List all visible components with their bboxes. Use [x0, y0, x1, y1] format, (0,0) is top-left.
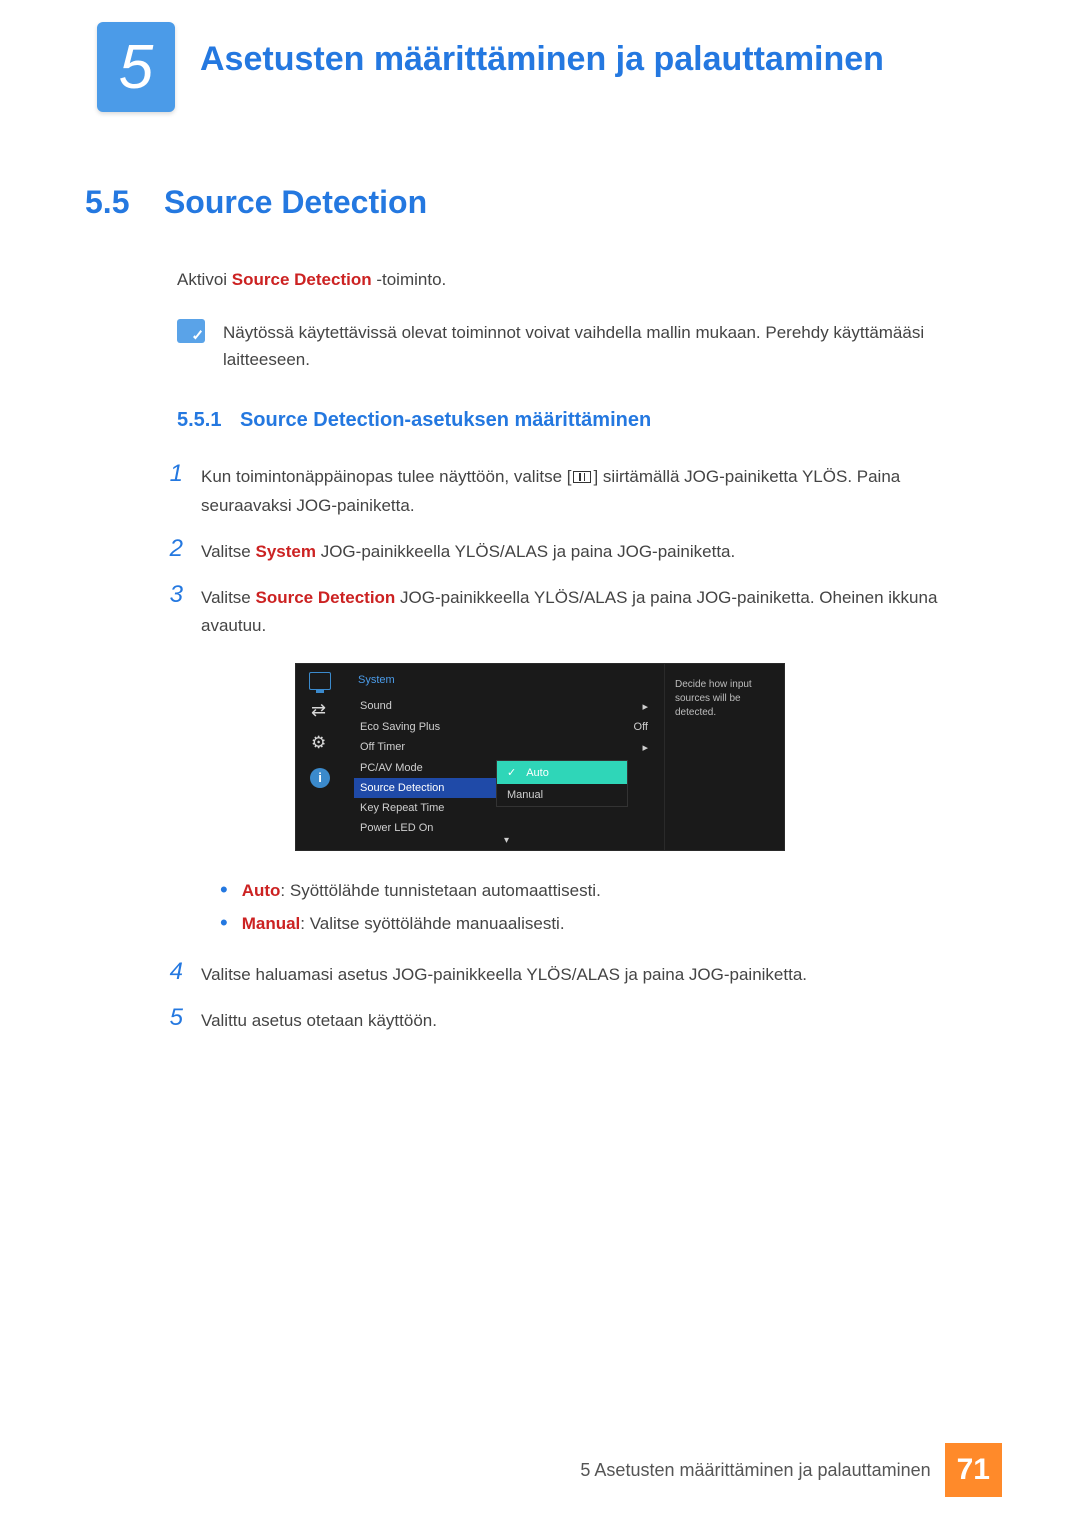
- osd-label: PC/AV Mode: [360, 762, 423, 774]
- step2-post: JOG-painikkeella YLÖS/ALAS ja paina JOG-…: [316, 542, 735, 561]
- osd-help-text: Decide how input sources will be detecte…: [664, 664, 784, 850]
- step-text: Kun toimintonäppäinopas tulee näyttöön, …: [201, 460, 995, 521]
- osd-sidebar: i: [296, 664, 344, 850]
- osd-popup-manual: Manual: [497, 784, 627, 806]
- osd-label: Eco Saving Plus: [360, 721, 440, 733]
- footer: 5 Asetusten määrittäminen ja palauttamin…: [580, 1443, 1002, 1497]
- content-area: 5.5 Source Detection Aktivoi Source Dete…: [85, 184, 995, 1050]
- bullet-rest: : Syöttölähde tunnistetaan automaattises…: [280, 881, 600, 900]
- section-number: 5.5: [85, 184, 129, 221]
- intro-paragraph: Aktivoi Source Detection -toiminto.: [177, 267, 995, 293]
- info-icon: i: [310, 768, 330, 788]
- monitor-icon: [309, 672, 331, 690]
- step-text: Valittu asetus otetaan käyttöön.: [201, 1004, 437, 1036]
- step-3: 3 Valitse Source Detection JOG-painikkee…: [159, 581, 995, 642]
- step-number: 5: [159, 1004, 183, 1036]
- osd-label: Sound: [360, 700, 392, 713]
- osd-category: System: [358, 674, 650, 686]
- step-number: 1: [159, 460, 183, 521]
- note-text: Näytössä käytettävissä olevat toiminnot …: [223, 319, 995, 373]
- osd-popup-label: Manual: [507, 789, 543, 801]
- chapter-title: Asetusten määrittäminen ja palauttaminen: [200, 40, 884, 79]
- bullet-list: • Auto: Syöttölähde tunnistetaan automaa…: [220, 875, 995, 940]
- osd-value: ▸: [642, 700, 648, 713]
- osd-label: Key Repeat Time: [360, 802, 444, 814]
- osd-popup-auto: Auto: [497, 761, 627, 784]
- osd-row-offtimer: Off Timer ▸: [358, 737, 650, 758]
- step1-pre: Kun toimintonäppäinopas tulee näyttöön, …: [201, 467, 571, 486]
- step-number: 2: [159, 535, 183, 567]
- note: Näytössä käytettävissä olevat toiminnot …: [177, 319, 995, 373]
- bullet-manual: • Manual: Valitse syöttölähde manuaalise…: [220, 908, 995, 940]
- bullet-auto: • Auto: Syöttölähde tunnistetaan automaa…: [220, 875, 995, 907]
- footer-text: 5 Asetusten määrittäminen ja palauttamin…: [580, 1460, 930, 1481]
- section-title: Source Detection: [164, 184, 427, 221]
- step-5: 5 Valittu asetus otetaan käyttöön.: [159, 1004, 995, 1036]
- step-1: 1 Kun toimintonäppäinopas tulee näyttöön…: [159, 460, 995, 521]
- osd-menu: System Sound ▸ Eco Saving Plus Off Off Tim…: [344, 664, 664, 850]
- bullet-text: Manual: Valitse syöttölähde manuaalisest…: [242, 908, 565, 940]
- chevron-down-icon: ▾: [504, 835, 509, 846]
- step2-emph: System: [256, 542, 316, 561]
- page: 5 Asetusten määrittäminen ja palauttamin…: [0, 0, 1080, 1527]
- intro-post: -toiminto.: [372, 270, 447, 289]
- osd-value: Off: [634, 721, 648, 733]
- osd-row-eco: Eco Saving Plus Off: [358, 717, 650, 737]
- step-number: 3: [159, 581, 183, 642]
- subsection-title: Source Detection-asetuksen määrittäminen: [240, 409, 651, 431]
- arrows-icon: [309, 704, 331, 722]
- bullet-emph: Manual: [242, 914, 301, 933]
- step-4: 4 Valitse haluamasi asetus JOG-painikkee…: [159, 958, 995, 990]
- bullet-dot-icon: •: [220, 908, 228, 940]
- subsection-heading: 5.5.1 Source Detection-asetuksen määritt…: [177, 409, 995, 432]
- check-icon: [507, 766, 520, 779]
- intro-pre: Aktivoi: [177, 270, 232, 289]
- osd-row-sound: Sound ▸: [358, 696, 650, 717]
- step-number: 4: [159, 958, 183, 990]
- subsection-number: 5.5.1: [177, 409, 221, 431]
- step3-emph: Source Detection: [256, 588, 396, 607]
- step2-pre: Valitse: [201, 542, 256, 561]
- menu-icon: [573, 471, 591, 483]
- osd-value: ▸: [642, 741, 648, 754]
- osd-label: Source Detection: [360, 782, 444, 794]
- intro-emph: Source Detection: [232, 270, 372, 289]
- osd-label: Power LED On: [360, 822, 433, 834]
- osd-popup-label: Auto: [526, 767, 549, 779]
- step-text: Valitse System JOG-painikkeella YLÖS/ALA…: [201, 535, 735, 567]
- osd-screenshot: i System Sound ▸ Eco Saving Plus Off Off T…: [295, 663, 785, 851]
- bullet-text: Auto: Syöttölähde tunnistetaan automaatt…: [242, 875, 601, 907]
- bullet-dot-icon: •: [220, 875, 228, 907]
- bullet-emph: Auto: [242, 881, 281, 900]
- gear-icon: [309, 736, 331, 754]
- section-heading: 5.5 Source Detection: [85, 184, 995, 221]
- osd-label: Off Timer: [360, 741, 405, 754]
- osd-popup: Auto Manual: [496, 760, 628, 807]
- step3-pre: Valitse: [201, 588, 256, 607]
- bullet-rest: : Valitse syöttölähde manuaalisesti.: [300, 914, 564, 933]
- step-text: Valitse Source Detection JOG-painikkeell…: [201, 581, 995, 642]
- step-2: 2 Valitse System JOG-painikkeella YLÖS/A…: [159, 535, 995, 567]
- note-icon: [177, 319, 205, 343]
- chapter-number-badge: 5: [97, 22, 175, 112]
- page-number: 71: [945, 1443, 1002, 1497]
- step-text: Valitse haluamasi asetus JOG-painikkeell…: [201, 958, 807, 990]
